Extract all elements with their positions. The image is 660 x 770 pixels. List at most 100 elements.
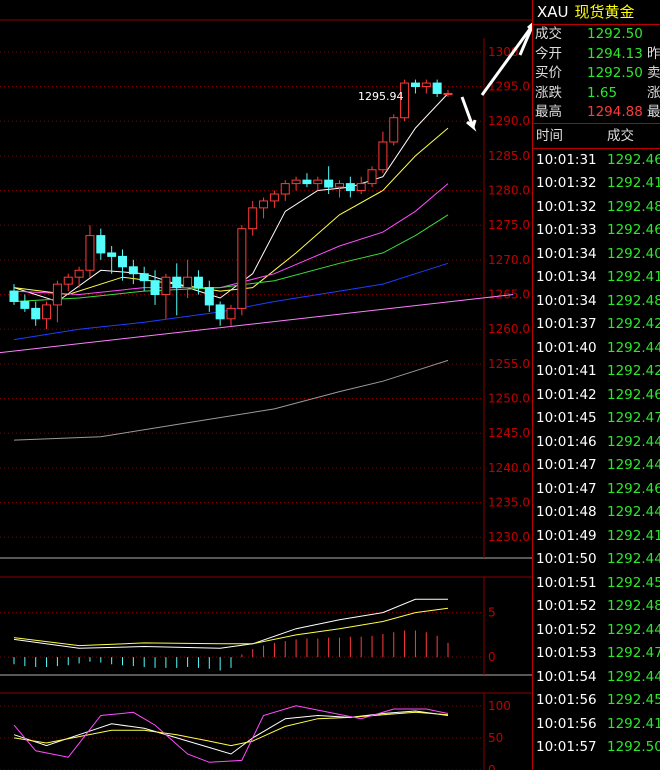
tick-price: 1292.48 [607,292,660,309]
candle-body [410,82,420,88]
tick-time: 10:01:48 [536,504,597,520]
candle-body [226,307,236,320]
candle-body [85,235,95,271]
tick-row: 10:01:52 1292.48 [533,595,660,619]
tick-price: 1292.41 [607,175,660,191]
tick-time: 10:01:42 [536,386,597,403]
candle-body [74,269,84,278]
tick-row: 10:01:52 1292.44 [533,619,660,643]
quote-label-secondary: 最 [647,104,660,120]
tick-row: 10:01:34 1292.40 [533,243,660,267]
quote-label: 成交 [535,26,562,42]
candle-body [107,252,117,257]
tick-price: 1292.48 [607,598,660,614]
chart-area[interactable]: 1230.0 1235.0 1240.0 1245.0 1250.0 1255.0 1260… [0,0,532,770]
tick-time: 10:01:34 [536,269,597,285]
candle-body [96,235,106,254]
tick-row: 10:01:32 1292.48 [533,196,660,220]
tick-time: 10:01:32 [536,175,597,191]
candle-body [172,276,182,289]
y-tick-label: 1245.0 [488,426,530,440]
tick-time: 10:01:46 [536,433,597,450]
candle-body [20,300,30,309]
tick-time: 10:01:49 [536,527,597,544]
tick-list[interactable]: 10:01:31 1292.46 10:01:32 1292.41 10:01:32 12… [533,149,660,760]
candle-body [335,183,344,188]
quote-row: 涨跌 1.65 涨 [533,84,660,104]
tick-row: 10:01:45 1292.47 [533,407,660,431]
tick-row: 10:01:56 1292.45 [533,689,660,713]
tick-row: 10:01:46 1292.44 [533,431,660,455]
annotation-arrow [460,96,477,132]
symbol-code: XAU [537,3,569,21]
quote-label: 最高 [535,104,562,120]
y-tick-label: 1290.0 [488,114,530,128]
quote-rows: 成交 1292.50 今开 1294.13 昨 买价 1292.50 卖 涨跌 1.65 涨 … [533,25,660,123]
quote-label: 今开 [535,45,562,62]
y-tick-label: 1280.0 [488,184,530,198]
tick-row: 10:01:32 1292.41 [533,172,660,196]
candle-body [52,283,62,306]
tick-price: 1292.44 [607,339,660,356]
candle-body [237,228,247,309]
y-tick-label: 1275.0 [488,218,530,232]
tick-price: 1292.47 [607,410,660,426]
tick-price: 1292.44 [607,668,660,685]
tick-time: 10:01:37 [536,316,597,332]
candle-body [345,183,355,192]
quote-label: 买价 [535,65,562,81]
quote-value: 1294.13 [587,45,643,62]
tick-time: 10:01:53 [536,645,597,661]
y-tick-label: 5 [488,606,496,620]
ticks-header-price: 成交 [607,127,634,144]
quote-label-secondary: 卖 [647,65,660,81]
candle-body [139,273,149,282]
symbol-name: 现货黄金 [574,3,635,21]
candle-body [367,169,377,185]
tick-row: 10:01:53 1292.47 [533,642,660,666]
quote-label: 涨跌 [535,84,562,101]
tick-row: 10:01:33 1292.46 [533,219,660,243]
tick-row: 10:01:37 1292.42 [533,313,660,337]
candle-body [183,276,193,289]
tick-row: 10:01:47 1292.46 [533,478,660,502]
tick-price: 1292.42 [607,316,660,332]
candle-body [280,183,290,195]
y-tick-label: 1235.0 [488,496,530,510]
moving-average-ma120 [0,294,514,354]
tick-row: 10:01:47 1292.44 [533,454,660,478]
kdj-line-ma5 [13,710,449,755]
y-tick-label: 1230.0 [488,530,530,544]
tick-time: 10:01:56 [536,715,597,732]
tick-row: 10:01:50 1292.44 [533,548,660,572]
tick-time: 10:01:52 [536,621,597,638]
tick-price: 1292.45 [607,692,660,708]
chart-svg[interactable]: 1230.0 1235.0 1240.0 1245.0 1250.0 1255.0 1260… [0,0,532,770]
tick-time: 10:01:34 [536,245,597,262]
candle-body [215,304,225,320]
candle-body [378,141,388,171]
annotation-arrow [518,22,532,56]
y-tick-label: 1250.0 [488,392,530,406]
tick-price: 1292.44 [607,621,660,638]
tick-row: 10:01:34 1292.41 [533,266,660,290]
tick-row: 10:01:51 1292.45 [533,572,660,596]
tick-time: 10:01:41 [536,363,597,379]
y-tick-label: 1255.0 [488,357,530,371]
tick-time: 10:01:32 [536,198,597,215]
tick-price: 1292.40 [607,245,660,262]
tick-price: 1292.44 [607,551,660,567]
tick-row: 10:01:42 1292.46 [533,384,660,408]
y-tick-label: 1260.0 [488,322,530,336]
tick-row: 10:01:48 1292.44 [533,501,660,525]
quote-value: 1292.50 [587,65,643,81]
tick-row: 10:01:40 1292.44 [533,337,660,361]
candle-body [291,179,301,185]
quote-panel: XAU 现货黄金 成交 1292.50 今开 1294.13 昨 买价 1292.50 卖 … [532,0,660,770]
candle-body [161,276,171,296]
high-annotation: 1295.94 [358,90,404,103]
tick-time: 10:01:45 [536,410,597,426]
moving-average-ma30 [13,214,449,302]
tick-row: 10:01:56 1292.41 [533,713,660,737]
candle-body [269,193,279,202]
